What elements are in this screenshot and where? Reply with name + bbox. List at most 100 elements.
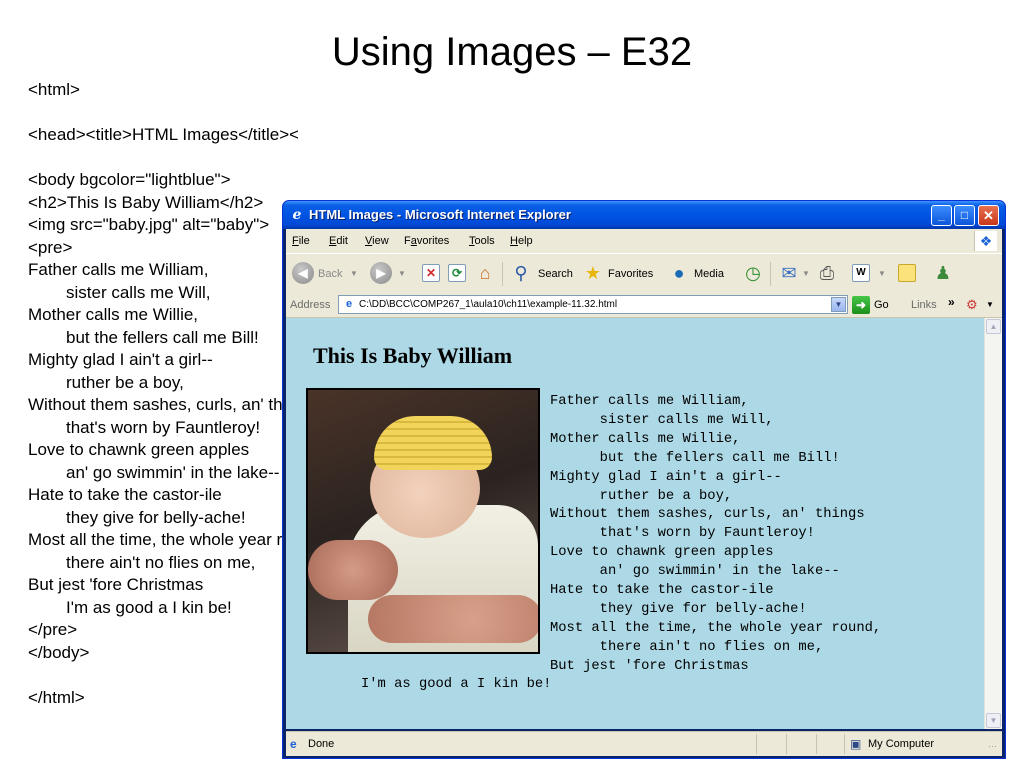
code-line: Hate to take the castor-ile (28, 485, 222, 504)
status-separator (816, 734, 817, 754)
refresh-icon[interactable]: ⟳ (448, 264, 466, 282)
code-line: but the fellers call me Bill! (66, 327, 259, 347)
source-code-listing: <html> <head><title>HTML Images</title></… (28, 79, 298, 759)
address-label: Address (290, 299, 331, 311)
search-button-label[interactable]: Search (538, 267, 573, 281)
messenger-icon[interactable]: ♟ (932, 262, 954, 284)
scroll-up-icon[interactable]: ▲ (986, 319, 1001, 334)
back-arrow-icon[interactable]: ◀ (292, 262, 314, 284)
windows-logo-icon: ❖ (974, 231, 997, 251)
close-button[interactable]: ✕ (978, 205, 999, 226)
history-icon[interactable]: ◷ (742, 262, 764, 284)
status-separator (756, 734, 757, 754)
favorites-star-icon[interactable]: ★ (582, 262, 604, 284)
security-zone: My Computer (868, 738, 935, 750)
forward-arrow-icon[interactable]: ▶ (370, 262, 392, 284)
address-bar: Address e C:\DD\BCC\COMP267_1\aula10\ch1… (286, 293, 1002, 318)
toolbar-extra-icon[interactable]: ⚙ (966, 296, 978, 314)
code-line: <h2>This Is Baby William</h2> (28, 192, 264, 212)
code-line: Most all the time, the whole year round, (28, 530, 298, 549)
status-separator (786, 734, 787, 754)
code-line: ruther be a boy, (66, 372, 184, 392)
menu-tools[interactable]: Tools (469, 234, 495, 248)
browser-window: e HTML Images - Microsoft Internet Explo… (282, 200, 1006, 759)
code-line: I'm as good a I kin be! (66, 597, 232, 617)
maximize-button[interactable]: □ (954, 205, 975, 226)
mail-icon[interactable]: ✉ (778, 262, 800, 284)
code-line: Mighty glad I ain't a girl-- (28, 350, 213, 369)
ie-icon: e (292, 207, 302, 223)
menu-help[interactable]: Help (510, 234, 533, 248)
code-line: </pre> (28, 620, 78, 639)
links-chevron-icon[interactable]: » (948, 295, 955, 309)
toolbar-separator (502, 262, 503, 286)
poem-text: Father calls me William, sister calls me… (550, 394, 882, 674)
resize-grip-icon[interactable]: ⋯ (988, 740, 997, 752)
menu-view[interactable]: View (365, 234, 389, 248)
links-label[interactable]: Links (911, 298, 937, 312)
search-icon[interactable]: ⚲ (510, 262, 532, 284)
media-globe-icon[interactable]: ● (668, 262, 690, 284)
menu-favorites[interactable]: Favorites (404, 234, 449, 248)
favorites-button-label[interactable]: Favorites (608, 267, 653, 281)
scroll-down-icon[interactable]: ▼ (986, 713, 1001, 728)
menu-file[interactable]: File (292, 234, 310, 248)
stop-icon[interactable]: ✕ (422, 264, 440, 282)
code-line: an' go swimmin' in the lake-- (66, 462, 280, 482)
code-line: <pre> (28, 237, 73, 257)
photo-hand (308, 540, 398, 600)
code-line: Without them sashes, curls, an' things (28, 395, 298, 414)
code-line: <html> (28, 80, 80, 99)
code-line: <body bgcolor="lightblue"> (28, 170, 231, 189)
address-input[interactable]: e C:\DD\BCC\COMP267_1\aula10\ch11\exampl… (338, 295, 848, 314)
toolbar-extra-dropdown-icon[interactable]: ▼ (986, 298, 994, 312)
menu-edit[interactable]: Edit (329, 234, 348, 248)
edit-dropdown-icon[interactable]: ▼ (878, 267, 886, 281)
photo-arm (368, 595, 538, 643)
code-line: But jest 'fore Christmas (28, 575, 204, 594)
go-arrow-icon[interactable]: ➜ (852, 296, 870, 314)
address-value[interactable]: C:\DD\BCC\COMP267_1\aula10\ch11\example-… (359, 298, 617, 311)
code-line: that's worn by Fauntleroy! (66, 417, 261, 437)
menu-bar: File Edit View Favorites Tools Help ❖ (286, 229, 1002, 253)
poem-last-line: I'm as good a I kin be! (361, 677, 552, 692)
print-icon[interactable]: ⎙ (816, 262, 838, 284)
window-title: HTML Images - Microsoft Internet Explore… (309, 207, 571, 222)
home-icon[interactable]: ⌂ (474, 262, 496, 284)
code-line: </html> (28, 687, 85, 707)
discuss-note-icon[interactable] (898, 264, 916, 282)
page-icon: e (345, 298, 353, 310)
edit-word-icon[interactable]: W (852, 264, 870, 282)
media-button-label[interactable]: Media (694, 267, 724, 281)
code-line: Father calls me William, (28, 260, 209, 279)
photo-hat (374, 416, 492, 470)
code-line: Mother calls me Willie, (28, 305, 199, 324)
code-line: </body> (28, 642, 90, 662)
mail-dropdown-icon[interactable]: ▼ (802, 267, 810, 281)
code-line: there ain't no flies on me, (66, 552, 256, 572)
standard-toolbar: ◀ Back ▼ ▶ ▼ ✕ ⟳ ⌂ ⚲ Search ★ Favorites … (286, 253, 1002, 295)
vertical-scrollbar[interactable]: ▲ ▼ (984, 318, 1002, 729)
my-computer-icon: ▣ (850, 737, 862, 751)
back-dropdown-icon[interactable]: ▼ (350, 267, 358, 281)
slide-title: Using Images – E32 (331, 30, 693, 74)
status-bar: e Done ▣ My Computer ⋯ (286, 731, 1002, 756)
window-titlebar[interactable]: e HTML Images - Microsoft Internet Explo… (283, 201, 1005, 229)
go-button-label[interactable]: Go (874, 298, 889, 312)
baby-photo (306, 388, 540, 654)
code-line: sister calls me Will, (66, 282, 211, 302)
forward-dropdown-icon[interactable]: ▼ (398, 267, 406, 281)
back-button-label[interactable]: Back (318, 267, 342, 281)
status-text: Done (308, 738, 335, 750)
status-separator (844, 734, 845, 754)
minimize-button[interactable]: _ (931, 205, 952, 226)
page-heading: This Is Baby William (313, 343, 513, 368)
page-content: This Is Baby William Father calls me Wil… (286, 318, 984, 729)
address-dropdown-icon[interactable]: ▼ (831, 297, 846, 312)
code-line: Love to chawnk green apples (28, 440, 250, 459)
toolbar-separator (770, 262, 771, 286)
code-line: <img src="baby.jpg" alt="baby"> (28, 215, 270, 234)
